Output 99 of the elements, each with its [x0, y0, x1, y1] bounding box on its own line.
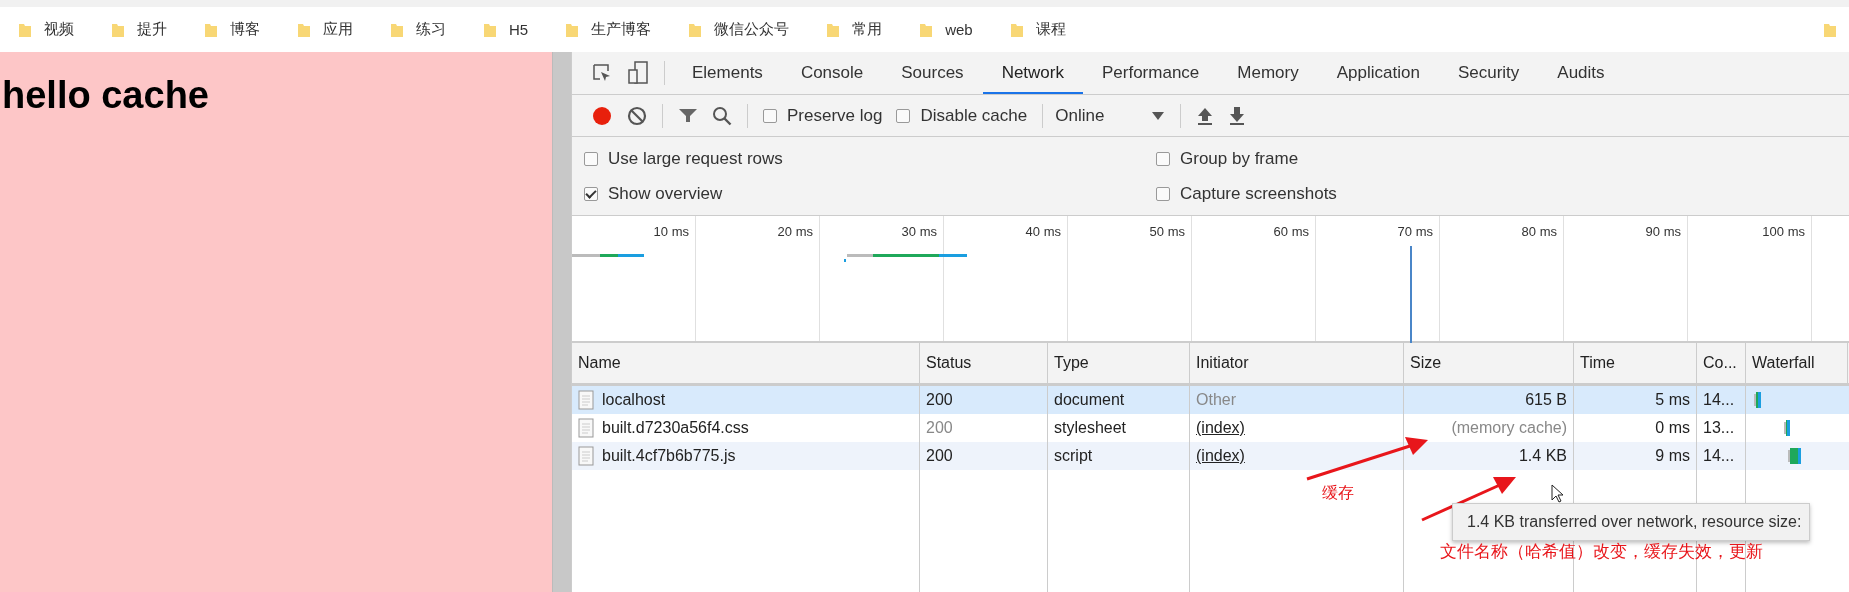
column-header[interactable]: Status	[920, 343, 1048, 383]
folder-icon	[297, 21, 311, 38]
caret-icon	[1152, 111, 1165, 120]
column-text: 13...	[1703, 419, 1735, 437]
tick-label: 10 ms	[653, 224, 689, 239]
initiator-link[interactable]: (index)	[1196, 447, 1245, 465]
bookmark-item[interactable]: H5	[483, 21, 529, 38]
devtools-tab[interactable]: Performance	[1083, 52, 1219, 94]
tick-label: 50 ms	[1149, 224, 1185, 239]
devtools-tab[interactable]: Network	[982, 52, 1083, 94]
column-header[interactable]: Initiator	[1190, 343, 1404, 383]
bookmark-item[interactable]: 微信公众号	[688, 20, 790, 39]
column-header[interactable]: Type	[1048, 343, 1190, 383]
bookmark-item[interactable]: 练习	[390, 20, 446, 39]
tooltip: 1.4 KB transferred over network, resource size:	[1452, 503, 1811, 541]
setting-checkbox[interactable]: Group by frame	[1156, 148, 1721, 169]
tick-label: 20 ms	[777, 224, 813, 239]
setting-checkbox[interactable]: Use large request rows	[584, 148, 1149, 169]
tick-label: 60 ms	[1273, 224, 1309, 239]
column-header[interactable]: Co...	[1697, 343, 1746, 383]
folder-icon	[826, 21, 841, 38]
column-header[interactable]: Time	[1574, 343, 1697, 383]
setting-checkbox[interactable]: Capture screenshots	[1156, 183, 1721, 204]
status-text: 200	[926, 391, 953, 409]
folder-icon	[390, 21, 404, 38]
devtools-tab[interactable]: Sources	[882, 52, 983, 94]
devtools-tab[interactable]: Elements	[673, 52, 782, 94]
request-row[interactable]: localhost 200 document Other 615 B 5 ms 14...	[572, 386, 1849, 414]
folder-icon	[483, 21, 497, 38]
column-header[interactable]: Size	[1404, 343, 1574, 383]
time-text: 5 ms	[1655, 391, 1690, 409]
tick-label: 30 ms	[901, 224, 937, 239]
devtools-tab[interactable]: Application	[1317, 52, 1439, 94]
cursor-icon	[1551, 484, 1565, 504]
bookmark-item[interactable]: 常用	[826, 20, 883, 39]
folder-icon	[688, 21, 703, 38]
column-header[interactable]: Name	[572, 343, 920, 383]
tick-label: 90 ms	[1645, 224, 1681, 239]
request-name: built.d7230a56f4.css	[602, 419, 749, 437]
preserve-log-checkbox[interactable]: Preserve log	[763, 105, 883, 126]
request-name: built.4cf7b6b775.js	[602, 447, 736, 465]
request-name: localhost	[602, 391, 666, 409]
bookmark-item[interactable]: 提升	[111, 20, 167, 39]
tick-label: 70 ms	[1397, 224, 1433, 239]
setting-checkbox[interactable]: Show overview	[584, 183, 1149, 204]
folder-icon	[919, 21, 934, 38]
size-text: (memory cache)	[1451, 419, 1567, 437]
download-icon[interactable]	[1228, 105, 1247, 126]
record-icon[interactable]	[591, 104, 613, 127]
time-text: 9 ms	[1655, 447, 1690, 465]
tick-label: 40 ms	[1025, 224, 1061, 239]
time-text: 0 ms	[1655, 419, 1690, 437]
tick-label: 100 ms	[1762, 224, 1805, 239]
bookmark-item[interactable]: 生产博客	[565, 20, 652, 39]
filter-icon[interactable]	[678, 106, 698, 125]
file-icon	[578, 418, 594, 438]
annotation-text: 文件名称（哈希值）改变，缓存失效，更新	[1440, 541, 1763, 563]
request-row[interactable]: built.4cf7b6b775.js 200 script (index) 1.4 KB 9 ms 14...	[572, 442, 1849, 470]
column-header[interactable]: Waterfall	[1746, 343, 1848, 383]
bookmark-item[interactable]: web	[919, 21, 973, 38]
status-text: 200	[926, 419, 953, 437]
waterfall-bar	[1784, 419, 1791, 437]
column-text: 14...	[1703, 447, 1735, 465]
folder-icon	[111, 21, 125, 38]
file-icon	[578, 446, 594, 466]
column-text: 14...	[1703, 391, 1735, 409]
devtools-tab[interactable]: Memory	[1218, 52, 1318, 94]
file-icon	[578, 390, 594, 410]
folder-icon	[204, 21, 218, 38]
type-text: document	[1054, 391, 1125, 409]
folder-icon	[1009, 21, 1024, 38]
disable-cache-checkbox[interactable]: Disable cache	[896, 105, 1028, 126]
devtools-tab[interactable]: Security	[1438, 52, 1539, 94]
type-text: script	[1054, 447, 1093, 465]
waterfall-bar	[1754, 391, 1762, 409]
folder-icon	[1823, 21, 1837, 38]
waterfall-bar	[1788, 447, 1802, 465]
scrollbar[interactable]	[552, 52, 571, 592]
search-icon[interactable]	[712, 105, 732, 126]
page-heading: hello cache	[2, 74, 210, 117]
bookmark-item[interactable]: 博客	[204, 20, 260, 39]
size-text: 1.4 KB	[1518, 447, 1567, 465]
tick-label: 80 ms	[1521, 224, 1557, 239]
devtools-tab[interactable]: Console	[781, 52, 883, 94]
bookmark-item[interactable]: 视频	[18, 20, 74, 39]
bookmark-item[interactable]: 应用	[297, 20, 353, 39]
throttling-dropdown[interactable]: Online	[1055, 105, 1165, 126]
clear-icon[interactable]	[627, 105, 647, 126]
status-text: 200	[926, 447, 953, 465]
bookmark-item[interactable]: 课程	[1009, 20, 1066, 39]
annotation-text: 缓存	[1322, 483, 1354, 503]
size-text: 615 B	[1525, 391, 1567, 409]
initiator-link[interactable]: (index)	[1196, 419, 1245, 437]
folder-icon	[18, 21, 32, 38]
device-icon[interactable]	[627, 61, 649, 85]
initiator-text: Other	[1196, 391, 1236, 409]
devtools-tab[interactable]: Audits	[1538, 52, 1624, 94]
folder-icon	[565, 21, 580, 38]
type-text: stylesheet	[1054, 419, 1127, 437]
